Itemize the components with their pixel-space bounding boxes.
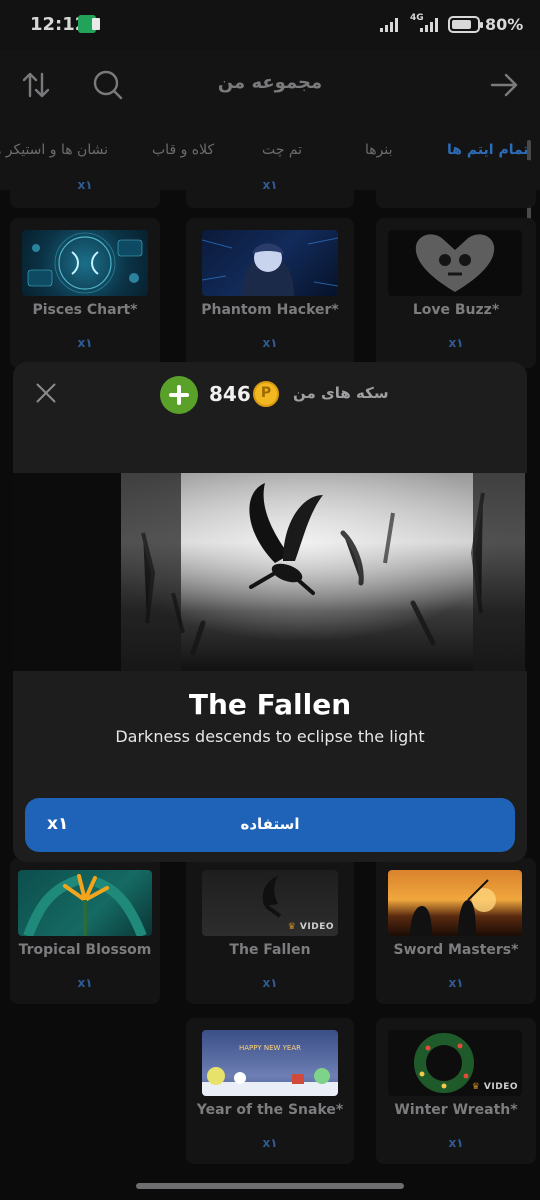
item-detail-sheet: 846 P سکه های من The Fallen Darkness des…	[13, 362, 527, 862]
item-thumbnail	[22, 230, 148, 296]
item-quantity: x۱	[448, 1136, 464, 1150]
coin-balance: 846	[209, 382, 251, 406]
item-quantity: x۱	[448, 336, 464, 350]
close-icon[interactable]	[33, 380, 59, 406]
tab-hats-frames[interactable]: کلاه و قاب	[152, 142, 214, 158]
tab-chat-theme[interactable]: تم چت	[262, 142, 302, 158]
item-thumbnail	[18, 870, 152, 936]
item-quantity: x۱	[77, 336, 93, 350]
item-thumbnail: ♛ VIDEO	[388, 1030, 522, 1096]
item-card[interactable]: Sword Masters* x۱	[376, 858, 536, 1004]
item-quantity: x۱	[77, 976, 93, 990]
item-name: Tropical Blossom	[18, 942, 152, 958]
item-card[interactable]: Pisces Chart* x۱	[10, 218, 160, 368]
item-name: Love Buzz*	[412, 302, 500, 318]
coins-label: سکه های من	[293, 384, 389, 402]
item-quantity: x۱	[77, 178, 93, 192]
use-button[interactable]: x۱ استفاده	[25, 798, 515, 852]
status-bar: 12:12 4G 80%	[0, 0, 540, 50]
signal-icon	[380, 18, 402, 32]
use-button-label: استفاده	[240, 815, 300, 833]
item-card[interactable]: ♛ VIDEO Winter Wreath* x۱	[376, 1018, 536, 1164]
item-name: The Fallen	[229, 942, 311, 958]
video-tag: ♛ VIDEO	[287, 922, 334, 932]
tab-all-items[interactable]: تمام ایتم ها	[447, 142, 529, 158]
item-card[interactable]: Love Buzz* x۱	[376, 218, 536, 368]
grid-card-partial[interactable]	[376, 160, 536, 208]
item-thumbnail	[388, 230, 522, 296]
item-quantity: x۱	[262, 976, 278, 990]
item-name: Winter Wreath*	[394, 1102, 518, 1118]
item-thumbnail: ♛ VIDEO	[202, 870, 338, 936]
grid-card-partial[interactable]: x۱	[10, 160, 160, 208]
video-tag: ♛ VIDEO	[471, 1082, 518, 1092]
item-description: Darkness descends to eclipse the light	[115, 727, 425, 746]
home-indicator[interactable]	[136, 1183, 404, 1189]
item-title: The Fallen	[188, 688, 352, 721]
item-quantity: x۱	[262, 178, 278, 192]
page-title: مجموعه من	[217, 72, 323, 93]
item-card[interactable]: Phantom Hacker* x۱	[186, 218, 354, 368]
signal-icon-2	[420, 18, 442, 32]
item-card[interactable]: ♛ VIDEO The Fallen x۱	[186, 858, 354, 1004]
item-quantity: x۱	[448, 976, 464, 990]
svg-text:HAPPY NEW YEAR: HAPPY NEW YEAR	[239, 1044, 301, 1052]
battery-icon	[448, 16, 483, 33]
item-quantity: x۱	[262, 1136, 278, 1150]
grid-card-partial[interactable]: x۱	[186, 160, 354, 208]
tab-badges-stickers[interactable]: نشان ها و استیکر ها	[0, 142, 108, 158]
item-name: Year of the Snake*	[196, 1102, 344, 1118]
item-thumbnail	[202, 230, 338, 296]
add-coins-button[interactable]	[160, 376, 198, 414]
app-header: مجموعه من	[0, 50, 540, 120]
item-quantity: x۱	[262, 336, 278, 350]
app-notification-icon	[78, 15, 100, 33]
battery-percent: 80%	[485, 15, 524, 34]
coin-icon: P	[253, 381, 279, 407]
item-card[interactable]: HAPPY NEW YEAR Year of the Snake* x۱	[186, 1018, 354, 1164]
item-preview-image	[13, 473, 527, 671]
item-thumbnail: HAPPY NEW YEAR	[202, 1030, 338, 1096]
tab-banners[interactable]: بنرها	[365, 142, 393, 158]
item-name: Pisces Chart*	[32, 302, 138, 318]
item-card[interactable]: Tropical Blossom x۱	[10, 858, 160, 1004]
item-name: Sword Masters*	[393, 942, 519, 958]
item-name: Phantom Hacker*	[201, 302, 339, 318]
item-thumbnail	[388, 870, 522, 936]
forward-arrow-icon[interactable]	[486, 67, 522, 103]
